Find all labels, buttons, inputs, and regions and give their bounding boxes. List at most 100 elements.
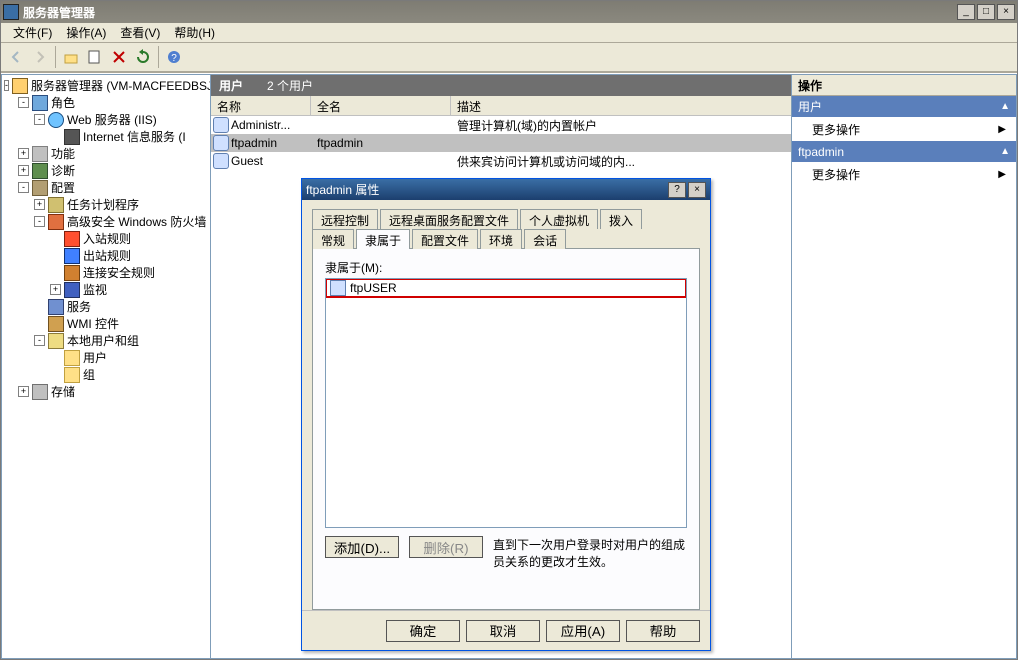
tree-features[interactable]: +功能 (2, 145, 210, 162)
expander-icon[interactable]: - (34, 216, 45, 227)
ok-button[interactable]: 确定 (386, 620, 460, 642)
tree-storage[interactable]: +存储 (2, 383, 210, 400)
expander-icon[interactable]: - (18, 182, 29, 193)
actions-section-users[interactable]: 用户▲ (792, 96, 1016, 117)
col-description[interactable]: 描述 (451, 96, 791, 115)
apply-button[interactable]: 应用(A) (546, 620, 620, 642)
tab-remote-control[interactable]: 远程控制 (312, 209, 378, 229)
tab-rds-profile[interactable]: 远程桌面服务配置文件 (380, 209, 518, 229)
tree-services[interactable]: 服务 (2, 298, 210, 315)
menu-action[interactable]: 操作(A) (60, 23, 112, 42)
list-row[interactable]: ftpadmin ftpadmin (211, 134, 791, 152)
roles-icon (32, 95, 48, 111)
expander-icon[interactable]: - (34, 114, 45, 125)
content-title: 用户 (219, 77, 243, 94)
chevron-right-icon: ▶ (998, 124, 1006, 135)
expander-icon[interactable]: - (18, 97, 29, 108)
help-button[interactable]: 帮助 (626, 620, 700, 642)
group-icon (330, 280, 346, 296)
task-icon (48, 197, 64, 213)
add-button[interactable]: 添加(D)... (325, 536, 399, 558)
list-row[interactable]: Guest 供来宾访问计算机或访问域的内... (211, 152, 791, 170)
cancel-button[interactable]: 取消 (466, 620, 540, 642)
expander-icon[interactable]: - (34, 335, 45, 346)
expander-icon[interactable]: + (18, 165, 29, 176)
dialog-title: ftpadmin 属性 (306, 181, 379, 198)
help-tool[interactable]: ? (163, 46, 185, 68)
actions-title: 操作 (792, 75, 1016, 96)
actions-more-1[interactable]: 更多操作▶ (792, 117, 1016, 141)
chevron-up-icon: ▲ (1000, 146, 1010, 157)
tab-environment[interactable]: 环境 (480, 229, 522, 249)
expander-icon[interactable]: - (4, 80, 9, 91)
properties-tool[interactable] (84, 46, 106, 68)
tree-wmi[interactable]: WMI 控件 (2, 315, 210, 332)
up-button[interactable] (60, 46, 82, 68)
tab-dialin[interactable]: 拨入 (600, 209, 642, 229)
expander-icon[interactable]: + (50, 284, 61, 295)
list-item[interactable]: ftpUSER (326, 279, 686, 297)
menubar: 文件(F) 操作(A) 查看(V) 帮助(H) (1, 23, 1017, 43)
tree-local-users[interactable]: -本地用户和组 (2, 332, 210, 349)
tab-profile[interactable]: 配置文件 (412, 229, 478, 249)
content-header: 用户 2 个用户 (211, 75, 791, 96)
dialog-footer: 确定 取消 应用(A) 帮助 (302, 610, 710, 650)
tree-outbound[interactable]: 出站规则 (2, 247, 210, 264)
help-button[interactable]: ? (668, 182, 686, 198)
expander-icon[interactable]: + (18, 148, 29, 159)
col-name[interactable]: 名称 (211, 96, 311, 115)
tab-personal-vm[interactable]: 个人虚拟机 (520, 209, 598, 229)
tree-conn-sec[interactable]: 连接安全规则 (2, 264, 210, 281)
tree-task-scheduler[interactable]: +任务计划程序 (2, 196, 210, 213)
tab-general[interactable]: 常规 (312, 229, 354, 249)
diagnostics-icon (32, 163, 48, 179)
expander-icon[interactable]: + (18, 386, 29, 397)
memberof-listbox[interactable]: ftpUSER (325, 278, 687, 528)
tree-panel[interactable]: -服务器管理器 (VM-MACFEEDBSJ) -角色 -Web 服务器 (II… (1, 74, 211, 659)
tree-config[interactable]: -配置 (2, 179, 210, 196)
globe-icon (48, 112, 64, 128)
menu-file[interactable]: 文件(F) (7, 23, 58, 42)
iis-icon (64, 129, 80, 145)
tree-roles[interactable]: -角色 (2, 94, 210, 111)
tree-diagnostics[interactable]: +诊断 (2, 162, 210, 179)
menu-view[interactable]: 查看(V) (114, 23, 166, 42)
user-icon (213, 117, 229, 133)
refresh-tool[interactable] (132, 46, 154, 68)
tree-users[interactable]: 用户 (2, 349, 210, 366)
tree-inbound[interactable]: 入站规则 (2, 230, 210, 247)
tree-iis-mgr[interactable]: Internet 信息服务 (I (2, 128, 210, 145)
tree-firewall[interactable]: -高级安全 Windows 防火墙 (2, 213, 210, 230)
features-icon (32, 146, 48, 162)
tree-groups[interactable]: 组 (2, 366, 210, 383)
wmi-icon (48, 316, 64, 332)
content-count: 2 个用户 (267, 77, 313, 94)
actions-more-2[interactable]: 更多操作▶ (792, 162, 1016, 186)
user-icon (213, 135, 229, 151)
expander-icon[interactable]: + (34, 199, 45, 210)
back-button[interactable] (5, 46, 27, 68)
chevron-up-icon: ▲ (1000, 101, 1010, 112)
tree-web-iis[interactable]: -Web 服务器 (IIS) (2, 111, 210, 128)
config-icon (32, 180, 48, 196)
menu-help[interactable]: 帮助(H) (168, 23, 221, 42)
forward-button[interactable] (29, 46, 51, 68)
minimize-button[interactable]: _ (957, 4, 975, 20)
toolbar: ? (1, 43, 1017, 73)
remove-button[interactable]: 删除(R) (409, 536, 483, 558)
tab-memberof[interactable]: 隶属于 (356, 229, 410, 249)
app-title: 服务器管理器 (23, 4, 95, 21)
tab-sessions[interactable]: 会话 (524, 229, 566, 249)
tree-root[interactable]: -服务器管理器 (VM-MACFEEDBSJ) (2, 77, 210, 94)
close-button[interactable]: × (688, 182, 706, 198)
tree-monitor[interactable]: +监视 (2, 281, 210, 298)
close-button[interactable]: × (997, 4, 1015, 20)
delete-tool[interactable] (108, 46, 130, 68)
list-row[interactable]: Administr... 管理计算机(域)的内置帐户 (211, 116, 791, 134)
maximize-button[interactable]: □ (977, 4, 995, 20)
list-body[interactable]: Administr... 管理计算机(域)的内置帐户 ftpadmin ftpa… (211, 116, 791, 170)
col-fullname[interactable]: 全名 (311, 96, 451, 115)
firewall-icon (48, 214, 64, 230)
actions-section-ftpadmin[interactable]: ftpadmin▲ (792, 141, 1016, 162)
svg-text:?: ? (171, 53, 177, 64)
